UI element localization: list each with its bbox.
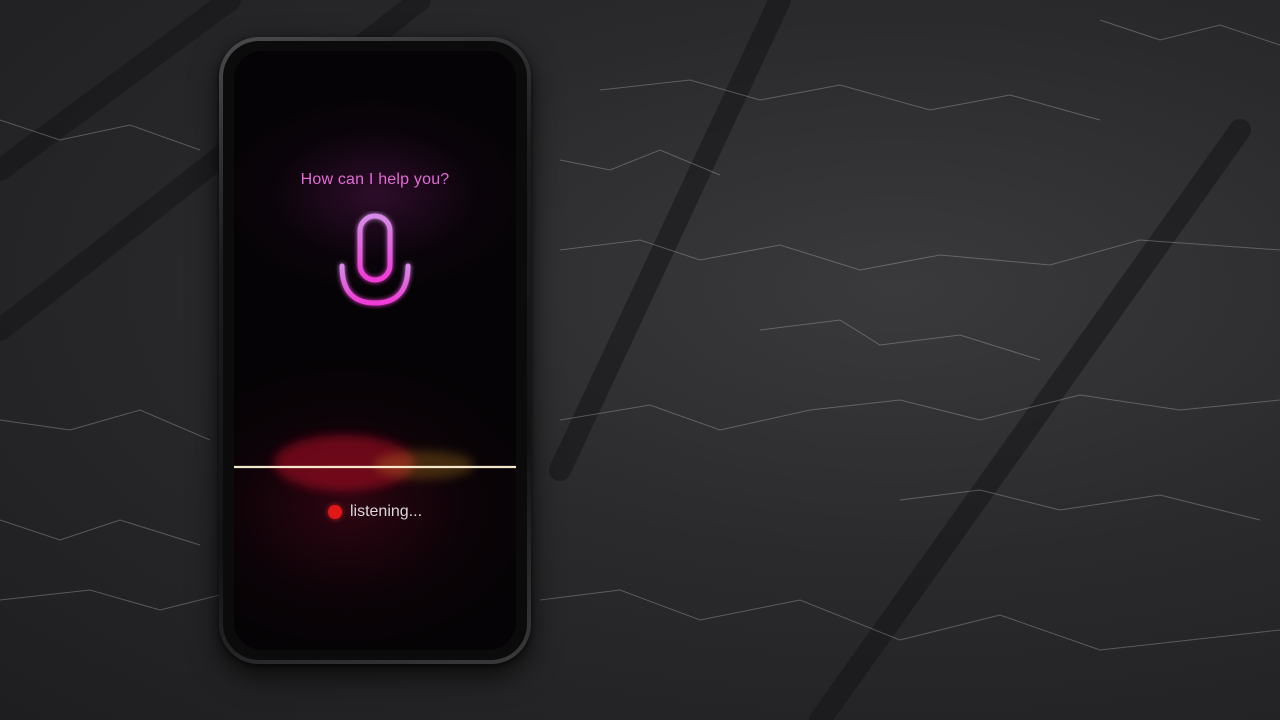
record-dot-icon [327, 505, 342, 519]
scene-background: How can I help you? listening... [0, 0, 1280, 720]
microphone-icon [339, 213, 411, 324]
smartphone: How can I help you? listening... [219, 37, 531, 664]
slate-texture [0, 0, 1280, 720]
phone-screen[interactable]: How can I help you? listening... [234, 51, 516, 650]
assistant-prompt: How can I help you? [300, 171, 450, 188]
voice-waveform [234, 407, 516, 494]
listening-status: listening... [234, 503, 516, 521]
microphone-button[interactable] [330, 211, 420, 331]
status-label: listening... [349, 503, 423, 520]
